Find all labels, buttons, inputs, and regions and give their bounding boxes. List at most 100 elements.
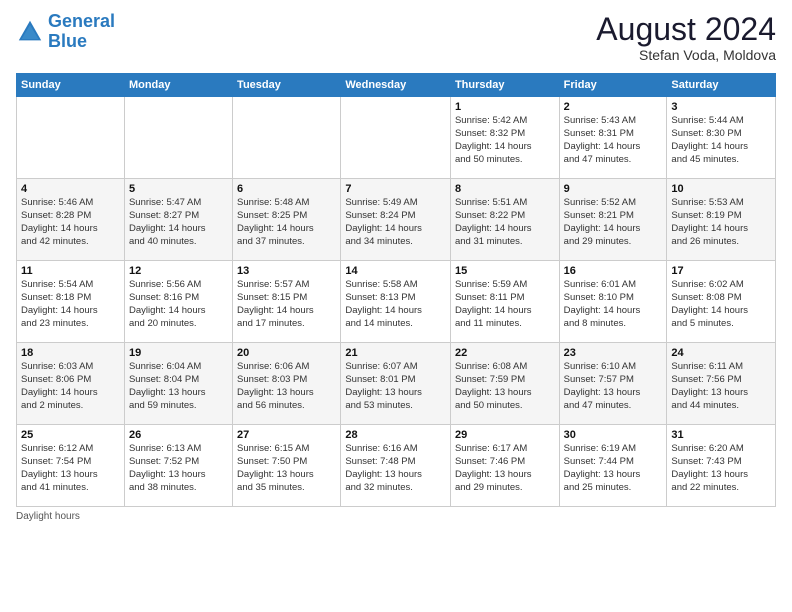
day-info: Sunrise: 5:51 AM Sunset: 8:22 PM Dayligh…	[455, 197, 555, 248]
day-cell: 30Sunrise: 6:19 AM Sunset: 7:44 PM Dayli…	[559, 425, 667, 507]
day-number: 12	[129, 265, 228, 277]
day-info: Sunrise: 5:44 AM Sunset: 8:30 PM Dayligh…	[671, 115, 771, 166]
day-number: 5	[129, 183, 228, 195]
day-cell: 31 Sunrise: 6:20 AM Sunset: 7:43 PM Dayli…	[667, 425, 776, 507]
day-cell: 24 Sunrise: 6:11 AM Sunset: 7:56 PM Dayli…	[667, 343, 776, 425]
day-info: Sunrise: 6:11 AM Sunset: 7:56 PM Dayligh…	[671, 361, 771, 412]
day-number: 3	[671, 101, 771, 113]
header-row: SundayMondayTuesdayWednesdayThursdayFrid…	[17, 74, 776, 97]
day-info: Sunrise: 6:04 AM Sunset: 8:04 PM Dayligh…	[129, 361, 228, 412]
week-row-4: 18 Sunrise: 6:03 AM Sunset: 8:06 PM Dayli…	[17, 343, 776, 425]
footer-note: Daylight hours	[16, 511, 776, 522]
day-cell: 29Sunrise: 6:17 AM Sunset: 7:46 PM Dayli…	[450, 425, 559, 507]
day-cell: 18 Sunrise: 6:03 AM Sunset: 8:06 PM Dayli…	[17, 343, 125, 425]
header-day-sunday: Sunday	[17, 74, 125, 97]
day-info: Sunrise: 6:15 AM Sunset: 7:50 PM Dayligh…	[237, 443, 336, 494]
calendar-body: 1 Sunrise: 5:42 AM Sunset: 8:32 PM Daylig…	[17, 97, 776, 507]
day-info: Sunrise: 5:59 AM Sunset: 8:11 PM Dayligh…	[455, 279, 555, 330]
day-cell: 2 Sunrise: 5:43 AM Sunset: 8:31 PM Daylig…	[559, 97, 667, 179]
day-number: 25	[21, 429, 120, 441]
day-info: Sunrise: 6:20 AM Sunset: 7:43 PM Dayligh…	[671, 443, 771, 494]
day-cell: 7 Sunrise: 5:49 AM Sunset: 8:24 PM Daylig…	[341, 179, 451, 261]
logo: General Blue	[16, 12, 115, 52]
day-cell: 21Sunrise: 6:07 AM Sunset: 8:01 PM Dayli…	[341, 343, 451, 425]
day-info: Sunrise: 6:10 AM Sunset: 7:57 PM Dayligh…	[564, 361, 663, 412]
day-cell	[341, 97, 451, 179]
day-cell: 10Sunrise: 5:53 AM Sunset: 8:19 PM Dayli…	[667, 179, 776, 261]
day-number: 22	[455, 347, 555, 359]
day-info: Sunrise: 5:43 AM Sunset: 8:31 PM Dayligh…	[564, 115, 663, 166]
day-number: 16	[564, 265, 663, 277]
day-cell: 26 Sunrise: 6:13 AM Sunset: 7:52 PM Dayli…	[124, 425, 232, 507]
page: General Blue August 2024 Stefan Voda, Mo…	[0, 0, 792, 530]
day-number: 8	[455, 183, 555, 195]
day-number: 18	[21, 347, 120, 359]
day-cell: 12Sunrise: 5:56 AM Sunset: 8:16 PM Dayli…	[124, 261, 232, 343]
logo-blue: Blue	[48, 31, 87, 51]
day-number: 13	[237, 265, 336, 277]
title-block: August 2024 Stefan Voda, Moldova	[596, 12, 776, 63]
header-day-friday: Friday	[559, 74, 667, 97]
day-info: Sunrise: 6:01 AM Sunset: 8:10 PM Dayligh…	[564, 279, 663, 330]
day-cell: 17Sunrise: 6:02 AM Sunset: 8:08 PM Dayli…	[667, 261, 776, 343]
day-info: Sunrise: 6:12 AM Sunset: 7:54 PM Dayligh…	[21, 443, 120, 494]
day-cell: 27 Sunrise: 6:15 AM Sunset: 7:50 PM Dayli…	[233, 425, 341, 507]
day-cell: 5 Sunrise: 5:47 AM Sunset: 8:27 PM Daylig…	[124, 179, 232, 261]
day-info: Sunrise: 5:46 AM Sunset: 8:28 PM Dayligh…	[21, 197, 120, 248]
day-cell: 8 Sunrise: 5:51 AM Sunset: 8:22 PM Daylig…	[450, 179, 559, 261]
day-number: 4	[21, 183, 120, 195]
day-info: Sunrise: 5:53 AM Sunset: 8:19 PM Dayligh…	[671, 197, 771, 248]
day-info: Sunrise: 6:03 AM Sunset: 8:06 PM Dayligh…	[21, 361, 120, 412]
day-info: Sunrise: 5:57 AM Sunset: 8:15 PM Dayligh…	[237, 279, 336, 330]
day-cell	[124, 97, 232, 179]
day-cell: 9Sunrise: 5:52 AM Sunset: 8:21 PM Daylig…	[559, 179, 667, 261]
day-number: 21	[345, 347, 446, 359]
day-info: Sunrise: 6:13 AM Sunset: 7:52 PM Dayligh…	[129, 443, 228, 494]
day-info: Sunrise: 6:02 AM Sunset: 8:08 PM Dayligh…	[671, 279, 771, 330]
day-cell: 23 Sunrise: 6:10 AM Sunset: 7:57 PM Dayli…	[559, 343, 667, 425]
day-number: 27	[237, 429, 336, 441]
day-cell: 13 Sunrise: 5:57 AM Sunset: 8:15 PM Dayli…	[233, 261, 341, 343]
location: Stefan Voda, Moldova	[596, 47, 776, 63]
day-cell: 19 Sunrise: 6:04 AM Sunset: 8:04 PM Dayli…	[124, 343, 232, 425]
day-info: Sunrise: 5:54 AM Sunset: 8:18 PM Dayligh…	[21, 279, 120, 330]
day-number: 23	[564, 347, 663, 359]
header-day-tuesday: Tuesday	[233, 74, 341, 97]
week-row-5: 25 Sunrise: 6:12 AM Sunset: 7:54 PM Dayli…	[17, 425, 776, 507]
header-day-monday: Monday	[124, 74, 232, 97]
day-number: 15	[455, 265, 555, 277]
day-info: Sunrise: 5:42 AM Sunset: 8:32 PM Dayligh…	[455, 115, 555, 166]
day-cell: 25 Sunrise: 6:12 AM Sunset: 7:54 PM Dayli…	[17, 425, 125, 507]
day-info: Sunrise: 5:48 AM Sunset: 8:25 PM Dayligh…	[237, 197, 336, 248]
day-cell	[233, 97, 341, 179]
day-cell: 20Sunrise: 6:06 AM Sunset: 8:03 PM Dayli…	[233, 343, 341, 425]
header: General Blue August 2024 Stefan Voda, Mo…	[16, 12, 776, 63]
day-number: 26	[129, 429, 228, 441]
day-number: 20	[237, 347, 336, 359]
month-year: August 2024	[596, 12, 776, 47]
day-number: 1	[455, 101, 555, 113]
day-cell	[17, 97, 125, 179]
day-info: Sunrise: 6:16 AM Sunset: 7:48 PM Dayligh…	[345, 443, 446, 494]
header-day-wednesday: Wednesday	[341, 74, 451, 97]
header-day-saturday: Saturday	[667, 74, 776, 97]
day-number: 14	[345, 265, 446, 277]
day-number: 7	[345, 183, 446, 195]
day-info: Sunrise: 6:08 AM Sunset: 7:59 PM Dayligh…	[455, 361, 555, 412]
day-info: Sunrise: 5:47 AM Sunset: 8:27 PM Dayligh…	[129, 197, 228, 248]
day-cell: 28 Sunrise: 6:16 AM Sunset: 7:48 PM Dayli…	[341, 425, 451, 507]
day-number: 29	[455, 429, 555, 441]
day-cell: 22 Sunrise: 6:08 AM Sunset: 7:59 PM Dayli…	[450, 343, 559, 425]
day-number: 28	[345, 429, 446, 441]
day-cell: 3 Sunrise: 5:44 AM Sunset: 8:30 PM Daylig…	[667, 97, 776, 179]
day-cell: 4 Sunrise: 5:46 AM Sunset: 8:28 PM Daylig…	[17, 179, 125, 261]
calendar-header: SundayMondayTuesdayWednesdayThursdayFrid…	[17, 74, 776, 97]
day-cell: 6 Sunrise: 5:48 AM Sunset: 8:25 PM Daylig…	[233, 179, 341, 261]
day-cell: 11Sunrise: 5:54 AM Sunset: 8:18 PM Dayli…	[17, 261, 125, 343]
day-info: Sunrise: 5:49 AM Sunset: 8:24 PM Dayligh…	[345, 197, 446, 248]
day-number: 24	[671, 347, 771, 359]
day-number: 6	[237, 183, 336, 195]
day-number: 31	[671, 429, 771, 441]
day-number: 19	[129, 347, 228, 359]
day-number: 2	[564, 101, 663, 113]
